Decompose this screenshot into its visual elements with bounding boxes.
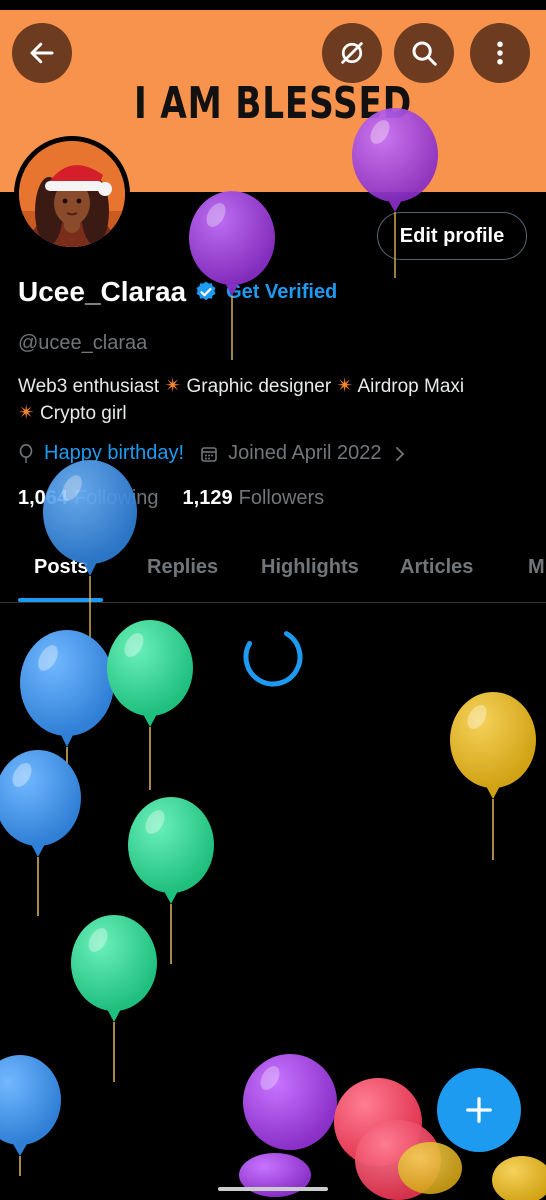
balloon	[128, 797, 214, 964]
sparkle-icon: ✴	[336, 375, 354, 397]
back-button[interactable]	[12, 23, 72, 83]
search-button[interactable]	[394, 23, 454, 83]
following-count: 1,064	[18, 487, 69, 509]
tab-replies[interactable]: Replies	[147, 556, 218, 579]
joined-date: Joined April 2022	[228, 442, 382, 464]
follow-stats: 1,064 Following 1,129 Followers	[18, 487, 324, 510]
birthday-link[interactable]: Happy birthday!	[44, 442, 184, 465]
calendar-icon	[201, 446, 217, 462]
tab-media[interactable]: M	[528, 556, 545, 579]
balloon	[239, 1054, 337, 1197]
search-icon	[412, 41, 437, 66]
avatar-image	[19, 141, 125, 247]
followers-count: 1,129	[182, 487, 233, 509]
profile-meta: Happy birthday! Joined April 2022	[18, 442, 406, 465]
following-link[interactable]: 1,064 Following	[18, 487, 159, 510]
followers-link[interactable]: 1,129 Followers	[183, 487, 325, 510]
status-bar	[0, 0, 546, 10]
bio-text-1: Web3 enthusiast	[18, 376, 160, 397]
arrow-left-icon	[30, 42, 54, 64]
display-name: Ucee_Claraa	[18, 276, 187, 307]
bio-text-2: Graphic designer	[186, 376, 332, 397]
bio: Web3 enthusiast ✴ Graphic designer ✴ Air…	[18, 373, 528, 427]
profile-tabs: Posts Replies Highlights Articles M	[0, 540, 546, 603]
grok-button[interactable]	[322, 23, 382, 83]
slash-circle-icon	[341, 42, 363, 64]
followers-label: Followers	[238, 487, 325, 509]
balloon	[0, 1055, 61, 1176]
tab-articles[interactable]: Articles	[400, 556, 473, 579]
more-vertical-icon	[497, 41, 503, 65]
balloon	[450, 692, 536, 860]
balloon	[71, 915, 157, 1082]
balloon	[0, 750, 81, 916]
active-tab-indicator	[18, 598, 103, 602]
tab-posts[interactable]: Posts	[34, 556, 88, 579]
banner-text: I AM BLESSED	[133, 78, 413, 129]
avatar[interactable]	[14, 136, 130, 252]
sparkle-icon: ✴	[164, 375, 182, 397]
chevron-right-icon[interactable]	[394, 446, 406, 462]
user-handle: @ucee_claraa	[18, 332, 148, 354]
edit-profile-button[interactable]: Edit profile	[377, 212, 527, 260]
verified-badge-icon[interactable]	[194, 280, 218, 304]
loading-spinner-icon	[243, 627, 303, 687]
bio-text-4: Crypto girl	[40, 403, 127, 424]
balloon	[20, 630, 114, 812]
balloon	[107, 620, 193, 790]
get-verified-link[interactable]: Get Verified	[226, 281, 337, 304]
balloon-icon	[19, 443, 33, 463]
plus-icon	[466, 1097, 492, 1123]
compose-post-button[interactable]	[437, 1068, 521, 1152]
home-indicator[interactable]	[218, 1187, 328, 1191]
bio-text-3: Airdrop Maxi	[357, 376, 465, 397]
tab-highlights[interactable]: Highlights	[261, 556, 359, 579]
name-row: Ucee_Claraa Get Verified	[18, 276, 337, 308]
balloon	[492, 1156, 546, 1200]
following-label: Following	[74, 487, 159, 509]
sparkle-icon: ✴	[18, 402, 35, 424]
more-button[interactable]	[470, 23, 530, 83]
